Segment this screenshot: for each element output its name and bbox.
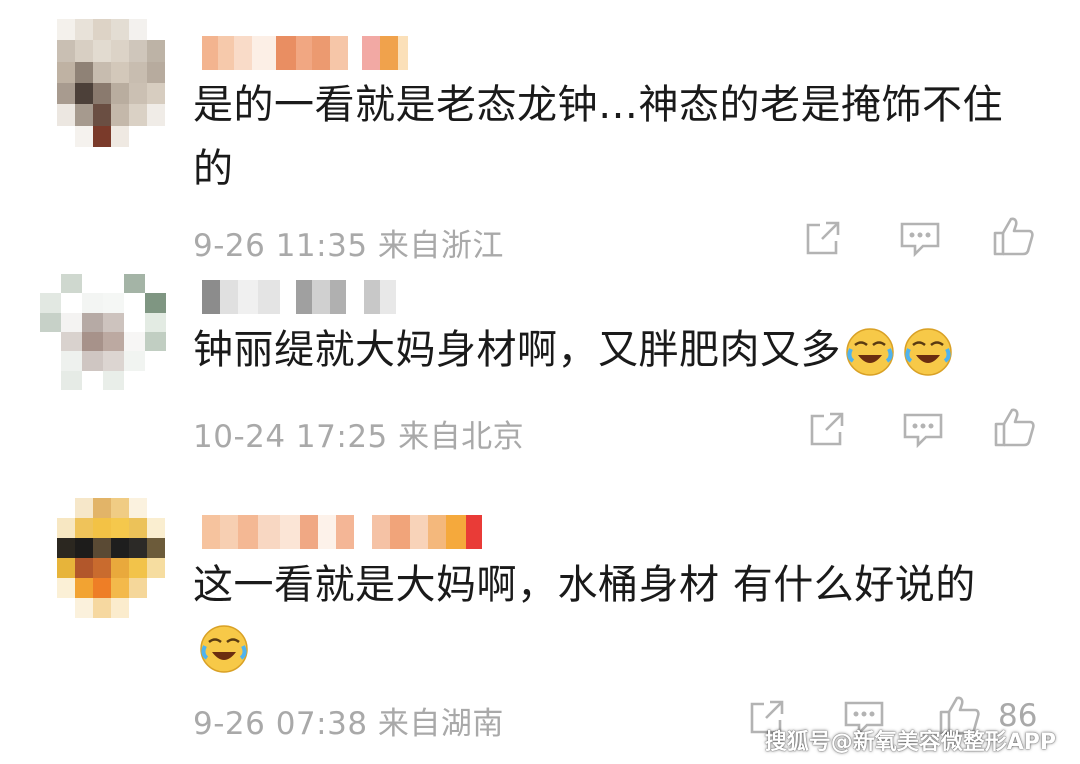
comment-text-body: 钟丽缇就大妈身材啊，又胖肥肉又多 — [193, 327, 841, 373]
comment-bubble-icon — [900, 222, 940, 257]
thumbs-up-icon — [994, 408, 1035, 447]
avatar[interactable] — [57, 498, 165, 618]
comment-item: 这一看就是大妈啊，水桶身材 有什么好说的 9-26 07:38 来自湖南 86 — [0, 480, 1080, 764]
comment-bubble-icon — [903, 413, 943, 448]
comment-item: 钟丽缇就大妈身材啊，又胖肥肉又多 10-24 17:25 来自北京 — [0, 260, 1080, 480]
comment-text: 是的一看就是老态龙钟…神态的老是掩饰不住的 — [193, 82, 1003, 192]
username-blurred[interactable] — [202, 515, 482, 549]
comment-text: 钟丽缇就大妈身材啊，又胖肥肉又多 — [193, 318, 1043, 382]
like-button[interactable] — [993, 406, 1037, 448]
laughing-crying-emoji-icon — [904, 328, 952, 376]
comment-meta: 9-26 07:38 来自湖南 — [193, 706, 504, 742]
forward-button[interactable] — [808, 410, 846, 448]
comment-meta: 10-24 17:25 来自北京 — [193, 419, 525, 455]
comment-text-body: 这一看就是大妈啊，水桶身材 有什么好说的 — [193, 562, 976, 608]
thumbs-up-icon — [993, 217, 1034, 256]
share-arrow-icon — [806, 221, 840, 255]
laughing-crying-emoji-icon — [200, 625, 248, 673]
laughing-crying-emoji-icon — [846, 328, 894, 376]
avatar[interactable] — [57, 19, 165, 147]
comment-button[interactable] — [899, 221, 941, 257]
comment-button[interactable] — [902, 412, 944, 448]
comment-meta: 9-26 11:35 来自浙江 — [193, 228, 504, 264]
username-blurred[interactable] — [202, 280, 408, 314]
avatar[interactable] — [40, 274, 166, 390]
comment-text: 这一看就是大妈啊，水桶身材 有什么好说的 — [193, 553, 1043, 681]
username-blurred[interactable] — [202, 36, 408, 70]
forward-button[interactable] — [804, 219, 842, 257]
like-button[interactable] — [992, 215, 1036, 257]
watermark: 搜狐号@新氧美容微整形APP — [764, 730, 1056, 755]
comment-item: 是的一看就是老态龙钟…神态的老是掩饰不住的 9-26 11:35 来自浙江 — [0, 0, 1080, 264]
share-arrow-icon — [810, 412, 844, 446]
